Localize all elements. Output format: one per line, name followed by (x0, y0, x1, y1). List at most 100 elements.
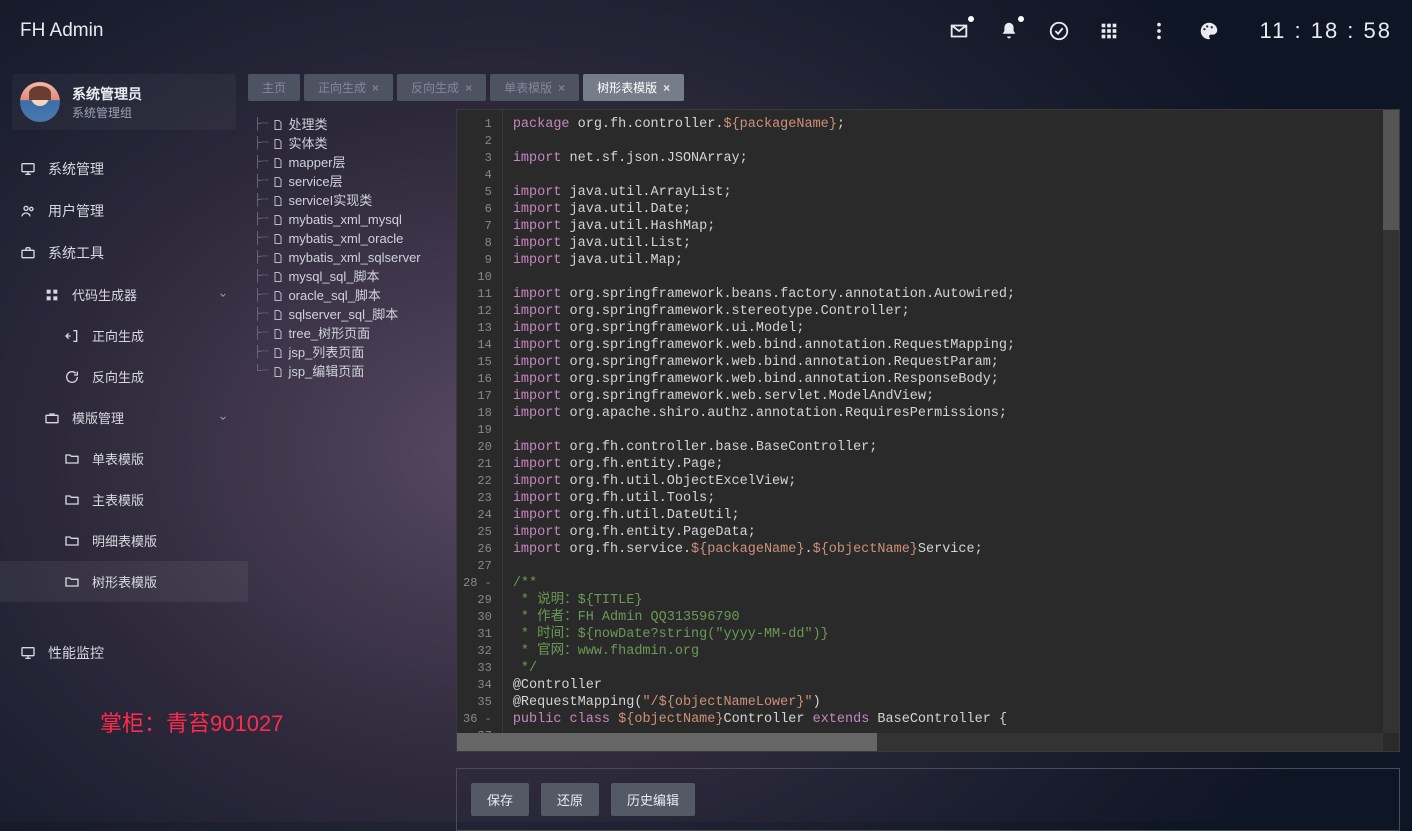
tree-item[interactable]: ├┈实体类 (254, 134, 448, 153)
nav-label: 反向生成 (92, 367, 144, 386)
file-icon (272, 157, 284, 169)
tab-3[interactable]: 单表模版 × (490, 74, 579, 101)
avatar (20, 82, 60, 122)
palette-icon[interactable] (1198, 20, 1220, 42)
nav-item-2[interactable]: 系统工具 (0, 232, 248, 274)
tree-label: tree_树形页面 (288, 324, 370, 343)
nav-item-4[interactable]: 正向生成 (0, 315, 248, 356)
nav-item-1[interactable]: 用户管理 (0, 190, 248, 232)
nav-label: 代码生成器 (72, 285, 137, 304)
tree-label: oracle_sql_脚本 (288, 286, 381, 305)
tab-label: 树形表模版 (597, 79, 657, 96)
nav-label: 性能监控 (48, 643, 104, 663)
file-icon (272, 214, 284, 226)
tree-item[interactable]: ├┈jsp_列表页面 (254, 343, 448, 362)
tree-item[interactable]: ├┈oracle_sql_脚本 (254, 286, 448, 305)
tab-label: 反向生成 (411, 79, 459, 96)
tree-label: mybatis_xml_mysql (288, 210, 401, 229)
code-gutter: 1234567891011121314151617181920212223242… (457, 110, 503, 751)
check-circle-icon[interactable] (1048, 20, 1070, 42)
more-vert-icon[interactable] (1148, 20, 1170, 42)
file-icon (272, 271, 284, 283)
nav-label: 模版管理 (72, 408, 124, 427)
tree-item[interactable]: └┈jsp_编辑页面 (254, 362, 448, 381)
code-editor[interactable]: 1234567891011121314151617181920212223242… (456, 109, 1400, 752)
vertical-scrollbar[interactable] (1383, 110, 1399, 733)
tree-item[interactable]: ├┈mybatis_xml_oracle (254, 229, 448, 248)
tab-0[interactable]: 主页 (248, 74, 300, 101)
tree-label: sqlserver_sql_脚本 (288, 305, 398, 324)
tab-1[interactable]: 正向生成 × (304, 74, 393, 101)
brand: FH Admin (20, 20, 103, 42)
tree-item[interactable]: ├┈mapper层 (254, 153, 448, 172)
tree-item[interactable]: ├┈serviceI实现类 (254, 191, 448, 210)
tree-label: mapper层 (288, 153, 345, 172)
tree-item[interactable]: ├┈mybatis_xml_sqlserver (254, 248, 448, 267)
nav-item-8[interactable]: 主表模版 (0, 479, 248, 520)
save-button[interactable]: 保存 (471, 783, 529, 816)
nav-label: 主表模版 (92, 490, 144, 509)
nav-item-0[interactable]: 系统管理 (0, 148, 248, 190)
tab-close-icon[interactable]: × (558, 81, 565, 95)
tree-item[interactable]: ├┈处理类 (254, 115, 448, 134)
nav-item-7[interactable]: 单表模版 (0, 438, 248, 479)
nav-item-5[interactable]: 反向生成 (0, 356, 248, 397)
tab-label: 正向生成 (318, 79, 366, 96)
mail-badge (968, 16, 974, 22)
tab-4[interactable]: 树形表模版 × (583, 74, 684, 101)
tree-item[interactable]: ├┈service层 (254, 172, 448, 191)
file-icon (272, 233, 284, 245)
user-group: 系统管理组 (72, 104, 142, 121)
file-icon (272, 309, 284, 321)
tab-2[interactable]: 反向生成 × (397, 74, 486, 101)
user-card[interactable]: 系统管理员 系统管理组 (12, 74, 236, 130)
tree-label: 处理类 (288, 115, 327, 134)
tree-item[interactable]: ├┈mybatis_xml_mysql (254, 210, 448, 229)
nav-item-11[interactable]: 性能监控 (0, 632, 248, 674)
nav-label: 树形表模版 (92, 572, 157, 591)
nav-label: 正向生成 (92, 326, 144, 345)
tree-item[interactable]: ├┈mysql_sql_脚本 (254, 267, 448, 286)
apps-grid-icon[interactable] (1098, 20, 1120, 42)
tree-label: mybatis_xml_oracle (288, 229, 403, 248)
file-icon (272, 138, 284, 150)
clock: 11 : 18 : 58 (1260, 18, 1392, 44)
tab-close-icon[interactable]: × (372, 81, 379, 95)
tab-close-icon[interactable]: × (663, 81, 670, 95)
file-icon (272, 290, 284, 302)
tab-label: 单表模版 (504, 79, 552, 96)
nav-label: 系统管理 (48, 159, 104, 179)
nav-item-9[interactable]: 明细表模版 (0, 520, 248, 561)
file-icon (272, 252, 284, 264)
nav-item-6[interactable]: 模版管理 (0, 397, 248, 438)
nav-item-10[interactable]: 树形表模版 (0, 561, 248, 602)
horizontal-scrollbar[interactable] (457, 733, 1383, 751)
bell-badge (1018, 16, 1024, 22)
restore-button[interactable]: 还原 (541, 783, 599, 816)
tree-label: mybatis_xml_sqlserver (288, 248, 420, 267)
bell-icon[interactable] (998, 20, 1020, 42)
nav-label: 明细表模版 (92, 531, 157, 550)
tree-label: service层 (288, 172, 342, 191)
file-icon (272, 347, 284, 359)
nav-label: 单表模版 (92, 449, 144, 468)
user-name: 系统管理员 (72, 84, 142, 104)
tree-label: jsp_列表页面 (288, 343, 364, 362)
file-icon (272, 195, 284, 207)
file-icon (272, 366, 284, 378)
history-button[interactable]: 历史编辑 (611, 783, 695, 816)
file-icon (272, 119, 284, 131)
nav-item-3[interactable]: 代码生成器 (0, 274, 248, 315)
tree-item[interactable]: ├┈tree_树形页面 (254, 324, 448, 343)
tab-label: 主页 (262, 79, 286, 96)
tab-close-icon[interactable]: × (465, 81, 472, 95)
nav-label: 系统工具 (48, 243, 104, 263)
tree-label: 实体类 (288, 134, 327, 153)
tree-label: mysql_sql_脚本 (288, 267, 379, 286)
mail-icon[interactable] (948, 20, 970, 42)
tree-label: jsp_编辑页面 (288, 362, 364, 381)
watermark: 掌柜：青苔901027 (100, 706, 283, 738)
tree-item[interactable]: ├┈sqlserver_sql_脚本 (254, 305, 448, 324)
nav-label: 用户管理 (48, 201, 104, 221)
file-icon (272, 176, 284, 188)
